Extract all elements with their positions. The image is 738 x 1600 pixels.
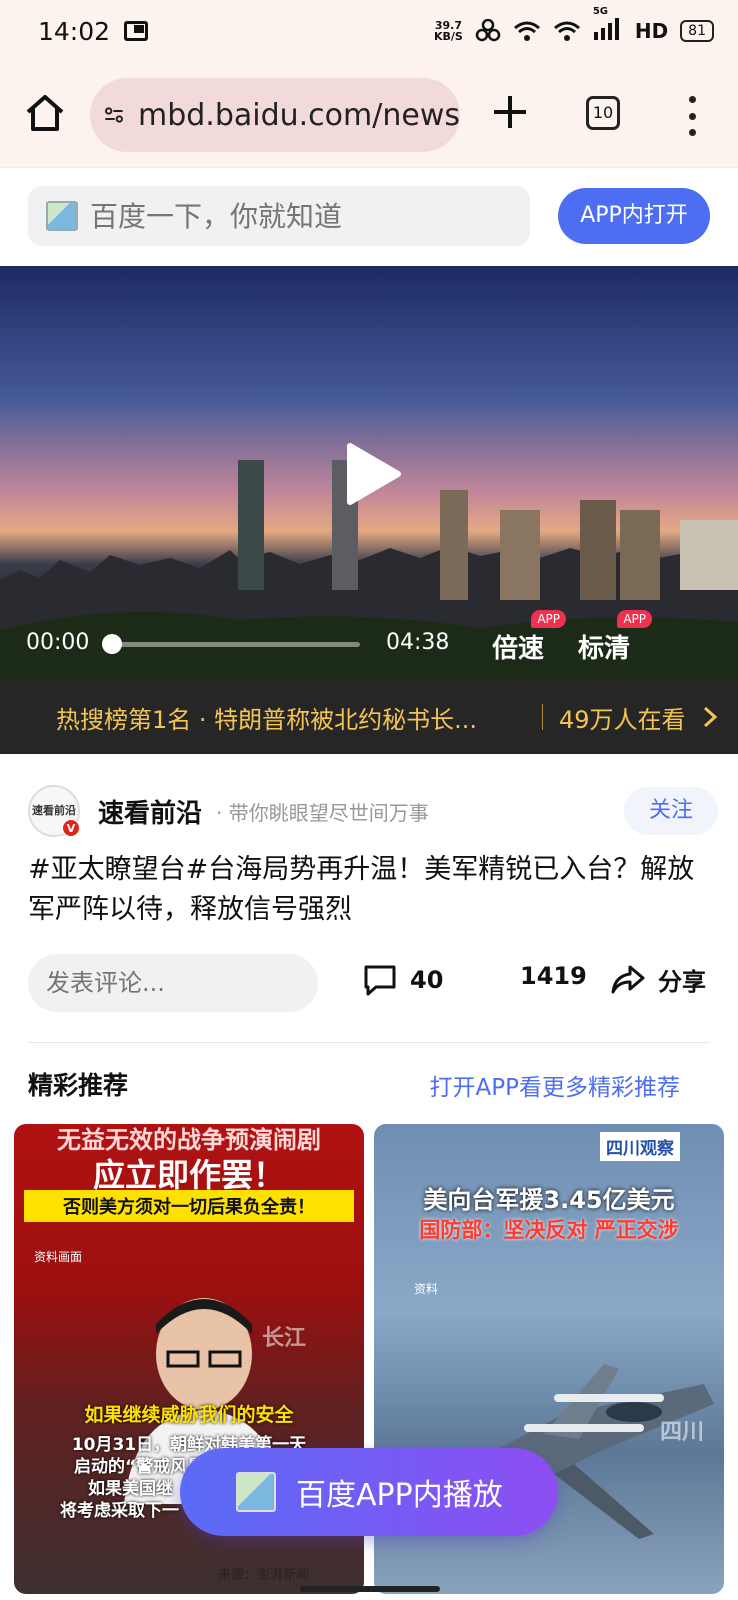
- url-bar[interactable]: mbd.baidu.com/news: [90, 78, 460, 152]
- share-button[interactable]: 分享: [610, 962, 706, 997]
- card-headline-box: 否则美方须对一切后果负全责！: [24, 1190, 354, 1222]
- like-count-button[interactable]: 1419: [520, 962, 587, 990]
- comment-input[interactable]: [28, 954, 318, 1012]
- site-settings-icon[interactable]: [104, 102, 124, 128]
- card-watermark: 四川: [660, 1420, 705, 1445]
- more-menu-icon[interactable]: [684, 96, 700, 136]
- quality-label: 标清: [578, 634, 631, 664]
- recommend-title: 精彩推荐: [28, 1071, 129, 1100]
- video-controls: 00:00 04:38 倍速 APP 标清 APP: [0, 580, 738, 680]
- url-text[interactable]: mbd.baidu.com/news: [138, 98, 460, 133]
- divider: [542, 704, 543, 730]
- comment-button[interactable]: 40: [362, 962, 443, 998]
- share-icon: [611, 965, 645, 993]
- home-indicator[interactable]: [300, 1586, 440, 1592]
- video-player[interactable]: 00:00 04:38 倍速 APP 标清 APP: [0, 266, 738, 680]
- progress-track[interactable]: [108, 642, 360, 647]
- card-source: 来源：澎湃新闻: [218, 1568, 310, 1583]
- author-row: 速看前沿 V 速看前沿 · 带你眺眼望尽世间万事 关注: [28, 784, 718, 838]
- signal-label: 5G: [592, 5, 608, 17]
- speed-label: 倍速: [492, 634, 545, 664]
- new-tab-icon[interactable]: [490, 92, 530, 132]
- post-headline: #亚太瞭望台#台海局势再升温！美军精锐已入台？解放军严阵以待，释放信号强烈: [28, 854, 695, 925]
- home-icon[interactable]: [24, 92, 66, 134]
- progress-handle[interactable]: [102, 634, 122, 654]
- hot-search-bar[interactable]: 热搜榜第1名 · 特朗普称被北约秘书长... 49万人在看: [0, 680, 738, 754]
- image-placeholder-icon: [46, 201, 78, 231]
- battery-indicator: 81: [680, 20, 714, 42]
- app-badge: APP: [617, 610, 653, 628]
- baidu-search-row: APP内打开: [0, 168, 738, 266]
- current-time: 00:00: [26, 630, 90, 655]
- card-brand: 四川观察: [600, 1132, 680, 1161]
- image-placeholder-icon: [236, 1472, 276, 1512]
- hd-label: HD: [634, 19, 669, 43]
- search-box[interactable]: [28, 186, 530, 246]
- comment-icon: [364, 965, 396, 996]
- card-watermark: 长江: [262, 1326, 307, 1351]
- chevron-right-icon[interactable]: [702, 705, 718, 729]
- author-name[interactable]: 速看前沿: [98, 793, 202, 830]
- open-in-app-button[interactable]: APP内打开: [558, 188, 710, 244]
- quality-button[interactable]: 标清 APP: [578, 610, 653, 665]
- card-subtitle-5: 将考虑采取下一: [60, 1501, 179, 1521]
- card-headline-2: 国防部：坚决反对 严正交涉: [419, 1218, 679, 1242]
- card-subtitle-1: 如果继续威胁我们的安全: [84, 1404, 294, 1426]
- share-label: 分享: [658, 968, 706, 996]
- comment-count: 40: [410, 966, 444, 994]
- browser-toolbar: mbd.baidu.com/news 10: [0, 62, 738, 168]
- play-icon[interactable]: [342, 442, 402, 506]
- wifi-icon-2: [553, 21, 580, 41]
- card-note: 资料: [414, 1282, 439, 1296]
- notification-icon: [124, 21, 149, 41]
- tab-switcher-button[interactable]: 10: [586, 96, 620, 130]
- wifi-icon: [513, 21, 540, 41]
- status-bar: 14:02 39.7 KB/S 5G HD 81: [0, 0, 738, 62]
- status-time: 14:02: [38, 16, 111, 46]
- avatar[interactable]: 速看前沿 V: [28, 785, 80, 837]
- action-row: 40 1419 分享: [28, 954, 718, 1014]
- speed-button[interactable]: 倍速 APP: [492, 610, 567, 665]
- hotspot-icon: [475, 19, 501, 42]
- avatar-text: 速看前沿: [32, 804, 76, 817]
- like-count: 1419: [520, 962, 587, 990]
- divider: [28, 1042, 710, 1043]
- play-in-app-label: 百度APP内播放: [296, 1478, 503, 1513]
- card-headline-1: 美向台军援3.45亿美元: [423, 1186, 675, 1214]
- duration: 04:38: [386, 630, 450, 655]
- follow-button[interactable]: 关注: [624, 787, 718, 835]
- viewer-count: 49万人在看: [559, 705, 686, 734]
- verified-icon: V: [62, 819, 80, 837]
- card-note: 资料画面: [34, 1250, 83, 1264]
- search-input[interactable]: [90, 199, 490, 233]
- open-app-more-link[interactable]: 打开APP看更多精彩推荐: [430, 1068, 680, 1102]
- play-in-baidu-app-button[interactable]: 百度APP内播放: [180, 1448, 558, 1536]
- net-speed-unit: KB/S: [433, 30, 463, 43]
- author-description: · 带你眺眼望尽世间万事: [216, 800, 429, 825]
- status-icons: 39.7 KB/S 5G HD 81: [434, 6, 714, 45]
- app-badge: APP: [531, 610, 567, 628]
- recommend-header: 精彩推荐 打开APP看更多精彩推荐: [28, 1064, 710, 1104]
- hot-search-text[interactable]: 热搜榜第1名 · 特朗普称被北约秘书长...: [56, 700, 526, 735]
- signal-icon: 5G: [593, 6, 623, 45]
- net-speed: 39.7 KB/S: [434, 20, 463, 42]
